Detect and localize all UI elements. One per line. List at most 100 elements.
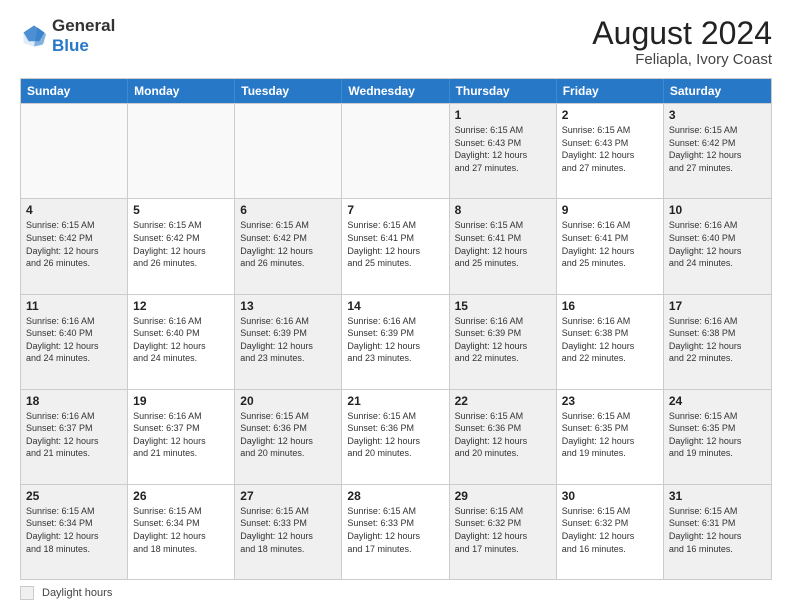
day-info: Sunrise: 6:15 AM Sunset: 6:42 PM Dayligh…: [669, 124, 766, 174]
day-header-friday: Friday: [557, 79, 664, 103]
footer-label: Daylight hours: [42, 587, 112, 599]
day-info: Sunrise: 6:15 AM Sunset: 6:32 PM Dayligh…: [455, 505, 551, 555]
day-number: 3: [669, 108, 766, 122]
day-number: 12: [133, 299, 229, 313]
day-number: 29: [455, 489, 551, 503]
table-row: 4 Sunrise: 6:15 AM Sunset: 6:42 PM Daylig…: [21, 199, 128, 293]
calendar-header: SundayMondayTuesdayWednesdayThursdayFrid…: [21, 79, 771, 103]
day-info: Sunrise: 6:15 AM Sunset: 6:42 PM Dayligh…: [240, 219, 336, 269]
day-info: Sunrise: 6:16 AM Sunset: 6:37 PM Dayligh…: [133, 410, 229, 460]
day-info: Sunrise: 6:15 AM Sunset: 6:41 PM Dayligh…: [455, 219, 551, 269]
table-row: 5Sunrise: 6:15 AM Sunset: 6:42 PM Daylig…: [128, 199, 235, 293]
day-number: 17: [669, 299, 766, 313]
day-number: 6: [240, 203, 336, 217]
day-info: Sunrise: 6:15 AM Sunset: 6:41 PM Dayligh…: [347, 219, 443, 269]
table-row: 1 Sunrise: 6:15 AM Sunset: 6:43 PM Daylig…: [450, 104, 557, 198]
day-info: Sunrise: 6:15 AM Sunset: 6:43 PM Dayligh…: [455, 124, 551, 174]
day-info: Sunrise: 6:16 AM Sunset: 6:38 PM Dayligh…: [562, 315, 658, 365]
table-row: 23 Sunrise: 6:15 AM Sunset: 6:35 PM Dayli…: [557, 390, 664, 484]
daylight-legend-box: [20, 586, 34, 600]
day-info: Sunrise: 6:15 AM Sunset: 6:36 PM Dayligh…: [347, 410, 443, 460]
day-number: 4: [26, 203, 122, 217]
table-row: [342, 104, 449, 198]
day-number: 30: [562, 489, 658, 503]
day-number: 22: [455, 394, 551, 408]
day-number: 1: [455, 108, 551, 122]
day-number: 16: [562, 299, 658, 313]
day-info: Sunrise: 6:15 AM Sunset: 6:42 PM Dayligh…: [133, 219, 229, 269]
day-number: 13: [240, 299, 336, 313]
day-header-thursday: Thursday: [450, 79, 557, 103]
table-row: 2Sunrise: 6:15 AM Sunset: 6:43 PM Daylig…: [557, 104, 664, 198]
day-number: 21: [347, 394, 443, 408]
table-row: 10 Sunrise: 6:16 AM Sunset: 6:40 PM Dayli…: [664, 199, 771, 293]
day-number: 27: [240, 489, 336, 503]
day-number: 7: [347, 203, 443, 217]
title-block: August 2024 Feliapla, Ivory Coast: [592, 16, 772, 68]
table-row: 9 Sunrise: 6:16 AM Sunset: 6:41 PM Daylig…: [557, 199, 664, 293]
day-header-monday: Monday: [128, 79, 235, 103]
day-info: Sunrise: 6:15 AM Sunset: 6:33 PM Dayligh…: [240, 505, 336, 555]
day-info: Sunrise: 6:15 AM Sunset: 6:32 PM Dayligh…: [562, 505, 658, 555]
table-row: 24 Sunrise: 6:15 AM Sunset: 6:35 PM Dayli…: [664, 390, 771, 484]
table-row: 15 Sunrise: 6:16 AM Sunset: 6:39 PM Dayli…: [450, 295, 557, 389]
day-number: 31: [669, 489, 766, 503]
calendar-week-5: 25 Sunrise: 6:15 AM Sunset: 6:34 PM Dayli…: [21, 484, 771, 579]
day-info: Sunrise: 6:15 AM Sunset: 6:42 PM Dayligh…: [26, 219, 122, 269]
day-info: Sunrise: 6:15 AM Sunset: 6:33 PM Dayligh…: [347, 505, 443, 555]
calendar-week-1: 1 Sunrise: 6:15 AM Sunset: 6:43 PM Daylig…: [21, 103, 771, 198]
page: General Blue August 2024 Feliapla, Ivory…: [0, 0, 792, 612]
header: General Blue August 2024 Feliapla, Ivory…: [20, 16, 772, 68]
day-number: 18: [26, 394, 122, 408]
table-row: 19Sunrise: 6:16 AM Sunset: 6:37 PM Dayli…: [128, 390, 235, 484]
day-number: 8: [455, 203, 551, 217]
day-number: 28: [347, 489, 443, 503]
table-row: [235, 104, 342, 198]
table-row: 21 Sunrise: 6:15 AM Sunset: 6:36 PM Dayli…: [342, 390, 449, 484]
calendar-body: 1 Sunrise: 6:15 AM Sunset: 6:43 PM Daylig…: [21, 103, 771, 579]
day-info: Sunrise: 6:15 AM Sunset: 6:35 PM Dayligh…: [669, 410, 766, 460]
day-info: Sunrise: 6:16 AM Sunset: 6:39 PM Dayligh…: [455, 315, 551, 365]
day-info: Sunrise: 6:16 AM Sunset: 6:40 PM Dayligh…: [133, 315, 229, 365]
table-row: 29 Sunrise: 6:15 AM Sunset: 6:32 PM Dayli…: [450, 485, 557, 579]
table-row: 28 Sunrise: 6:15 AM Sunset: 6:33 PM Dayli…: [342, 485, 449, 579]
day-header-tuesday: Tuesday: [235, 79, 342, 103]
day-number: 9: [562, 203, 658, 217]
footer: Daylight hours: [20, 586, 772, 600]
day-info: Sunrise: 6:16 AM Sunset: 6:37 PM Dayligh…: [26, 410, 122, 460]
calendar-week-4: 18 Sunrise: 6:16 AM Sunset: 6:37 PM Dayli…: [21, 389, 771, 484]
main-title: August 2024: [592, 16, 772, 51]
table-row: [128, 104, 235, 198]
table-row: 13Sunrise: 6:16 AM Sunset: 6:39 PM Dayli…: [235, 295, 342, 389]
day-info: Sunrise: 6:15 AM Sunset: 6:36 PM Dayligh…: [455, 410, 551, 460]
table-row: 7 Sunrise: 6:15 AM Sunset: 6:41 PM Daylig…: [342, 199, 449, 293]
day-info: Sunrise: 6:15 AM Sunset: 6:36 PM Dayligh…: [240, 410, 336, 460]
day-number: 14: [347, 299, 443, 313]
day-number: 23: [562, 394, 658, 408]
table-row: [21, 104, 128, 198]
day-number: 25: [26, 489, 122, 503]
logo: General Blue: [20, 16, 115, 55]
day-info: Sunrise: 6:16 AM Sunset: 6:40 PM Dayligh…: [26, 315, 122, 365]
table-row: 27 Sunrise: 6:15 AM Sunset: 6:33 PM Dayli…: [235, 485, 342, 579]
day-number: 10: [669, 203, 766, 217]
day-number: 2: [562, 108, 658, 122]
day-number: 15: [455, 299, 551, 313]
table-row: 26Sunrise: 6:15 AM Sunset: 6:34 PM Dayli…: [128, 485, 235, 579]
day-info: Sunrise: 6:15 AM Sunset: 6:35 PM Dayligh…: [562, 410, 658, 460]
day-number: 24: [669, 394, 766, 408]
day-header-sunday: Sunday: [21, 79, 128, 103]
calendar-week-3: 11Sunrise: 6:16 AM Sunset: 6:40 PM Dayli…: [21, 294, 771, 389]
day-info: Sunrise: 6:16 AM Sunset: 6:40 PM Dayligh…: [669, 219, 766, 269]
table-row: 18 Sunrise: 6:16 AM Sunset: 6:37 PM Dayli…: [21, 390, 128, 484]
day-number: 20: [240, 394, 336, 408]
logo-icon: [20, 22, 48, 50]
day-info: Sunrise: 6:15 AM Sunset: 6:34 PM Dayligh…: [133, 505, 229, 555]
day-info: Sunrise: 6:16 AM Sunset: 6:41 PM Dayligh…: [562, 219, 658, 269]
day-info: Sunrise: 6:15 AM Sunset: 6:31 PM Dayligh…: [669, 505, 766, 555]
calendar: SundayMondayTuesdayWednesdayThursdayFrid…: [20, 78, 772, 580]
table-row: 25Sunrise: 6:15 AM Sunset: 6:34 PM Dayli…: [21, 485, 128, 579]
table-row: 22 Sunrise: 6:15 AM Sunset: 6:36 PM Dayli…: [450, 390, 557, 484]
subtitle: Feliapla, Ivory Coast: [592, 51, 772, 68]
table-row: 20 Sunrise: 6:15 AM Sunset: 6:36 PM Dayli…: [235, 390, 342, 484]
